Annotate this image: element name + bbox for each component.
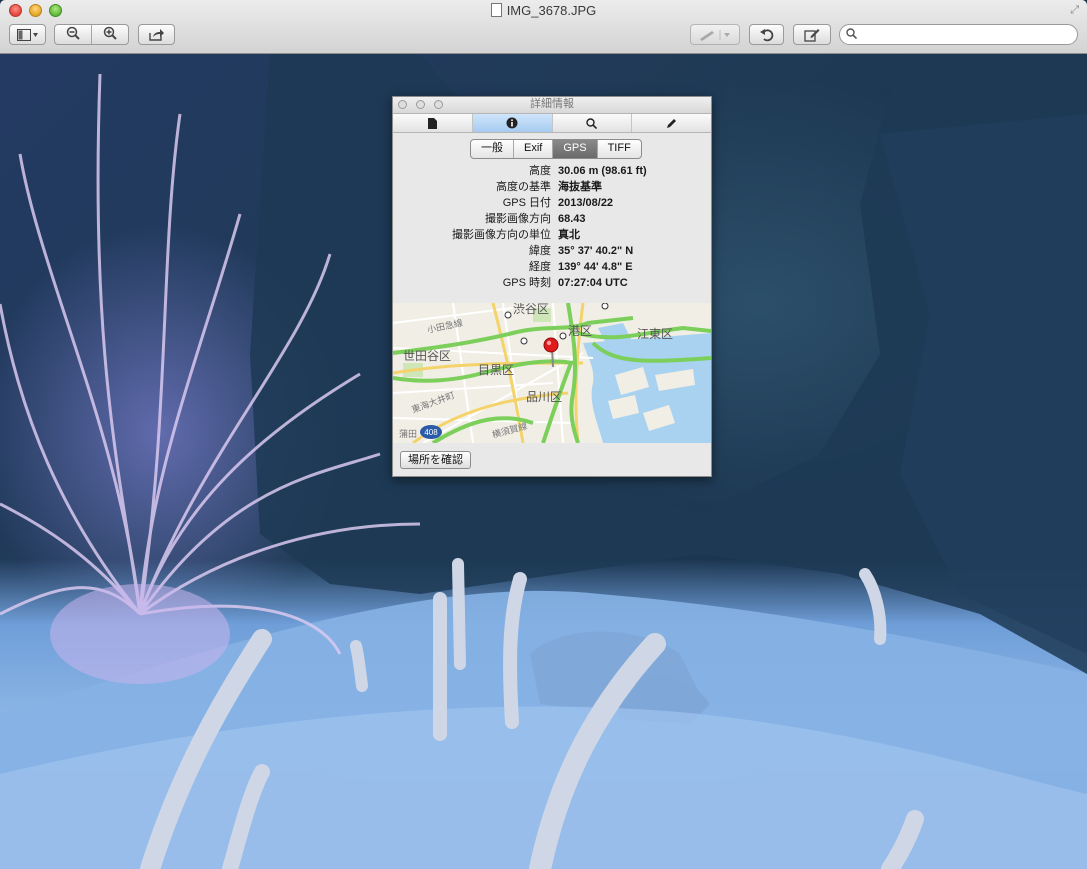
row-altitude-ref: 高度の基準 海抜基準 [393,179,711,195]
sidebar-button[interactable] [9,24,46,45]
gps-info-list: 高度 30.06 m (98.61 ft) 高度の基準 海抜基準 GPS 日付 201… [393,163,711,291]
show-location-button[interactable]: 場所を確認 [400,451,471,469]
segment-tiff[interactable]: TIFF [598,140,641,158]
row-label: 緯度 [529,245,551,257]
row-label: 高度の基準 [496,181,551,193]
segment-gps[interactable]: GPS [553,140,598,158]
row-value: 35° 37' 40.2" N [558,245,634,257]
row-label: 経度 [529,261,551,273]
tab-general-info[interactable] [393,114,473,132]
fullscreen-icon[interactable]: ⤢ [1070,4,1079,17]
sidebar-icon [16,28,38,41]
metadata-segmented-control: 一般 Exif GPS TIFF [470,139,642,159]
map-label-minato: 港区 [568,324,592,338]
map-label-shinagawa: 品川区 [526,390,562,404]
row-latitude: 緯度 35° 37' 40.2" N [393,243,711,259]
zoom-out-button[interactable] [55,26,91,43]
route-shield-label: 408 [424,428,438,437]
row-label: GPS 日付 [502,197,551,209]
rotate-button[interactable] [749,24,784,45]
row-img-direction: 撮影画像方向 68.43 [393,211,711,227]
row-value: 真北 [558,229,580,241]
pencil-icon [667,118,677,128]
zoom-in-icon [103,26,117,40]
preview-window: IMG_3678.JPG ⤢ 詳細情報 一般 Exif GPS TIFF 高度 … [0,0,1087,869]
markup-menu-button[interactable] [690,24,740,45]
row-label: GPS 時刻 [502,277,551,289]
inspector-zoom-button[interactable] [434,100,443,109]
map-label-ota: 蒲田 [399,428,417,440]
row-longitude: 経度 139° 44' 4.8" E [393,259,711,275]
map-label-koto: 江東区 [637,327,673,341]
tab-keywords[interactable] [553,114,633,132]
inspector-panel: 詳細情報 一般 Exif GPS TIFF 高度 30.06 m (98.61 f… [392,96,712,477]
inspector-close-button[interactable] [398,100,407,109]
search-icon [846,28,858,42]
tab-annotations[interactable] [632,114,711,132]
magnifier-icon [586,117,598,129]
row-label: 撮影画像方向 [485,213,551,225]
inspector-title: 詳細情報 [530,98,574,110]
row-altitude: 高度 30.06 m (98.61 ft) [393,163,711,179]
share-button[interactable] [138,24,175,45]
map-label-setagaya: 世田谷区 [403,349,451,363]
inspector-tabs [393,113,711,133]
title-bar: IMG_3678.JPG ⤢ [0,0,1087,54]
location-map[interactable]: 408 渋谷区 港区 江東区 世田谷区 目黒区 品川区 小田急線 東海大井町 横… [393,303,711,443]
info-icon [506,117,518,129]
row-value: 139° 44' 4.8" E [558,261,633,273]
map-graphic: 408 渋谷区 港区 江東区 世田谷区 目黒区 品川区 小田急線 東海大井町 横… [393,303,711,443]
row-value: 68.43 [558,213,586,225]
row-value: 海抜基準 [558,181,602,193]
segment-general[interactable]: 一般 [471,140,514,158]
inspector-title-bar: 詳細情報 [393,97,711,113]
inspector-minimize-button[interactable] [416,100,425,109]
edit-button[interactable] [793,24,831,45]
zoom-controls [54,24,129,45]
document-icon [427,117,437,129]
row-value: 30.06 m (98.61 ft) [558,165,647,177]
zoom-in-button[interactable] [92,26,128,43]
row-value: 2013/08/22 [558,197,614,209]
tab-more-info[interactable] [472,114,553,132]
row-img-direction-ref: 撮影画像方向の単位 真北 [393,227,711,243]
rotate-left-icon [759,28,773,41]
row-gps-date: GPS 日付 2013/08/22 [393,195,711,211]
search-field[interactable] [839,24,1078,45]
row-value: 07:27:04 UTC [558,277,628,289]
edit-icon [804,28,820,42]
segment-exif[interactable]: Exif [514,140,554,158]
pen-icon [700,29,730,41]
map-label-shibuya: 渋谷区 [513,303,549,316]
document-proxy-icon[interactable] [490,3,502,17]
zoom-out-icon [66,26,80,40]
search-input[interactable] [862,26,1066,45]
map-label-meguro: 目黒区 [478,363,514,377]
row-label: 撮影画像方向の単位 [452,229,551,241]
window-title: IMG_3678.JPG [506,3,597,18]
window-title-area: IMG_3678.JPG [0,3,1087,18]
row-label: 高度 [529,165,551,177]
share-icon [148,29,164,41]
row-gps-time: GPS 時刻 07:27:04 UTC [393,275,711,291]
